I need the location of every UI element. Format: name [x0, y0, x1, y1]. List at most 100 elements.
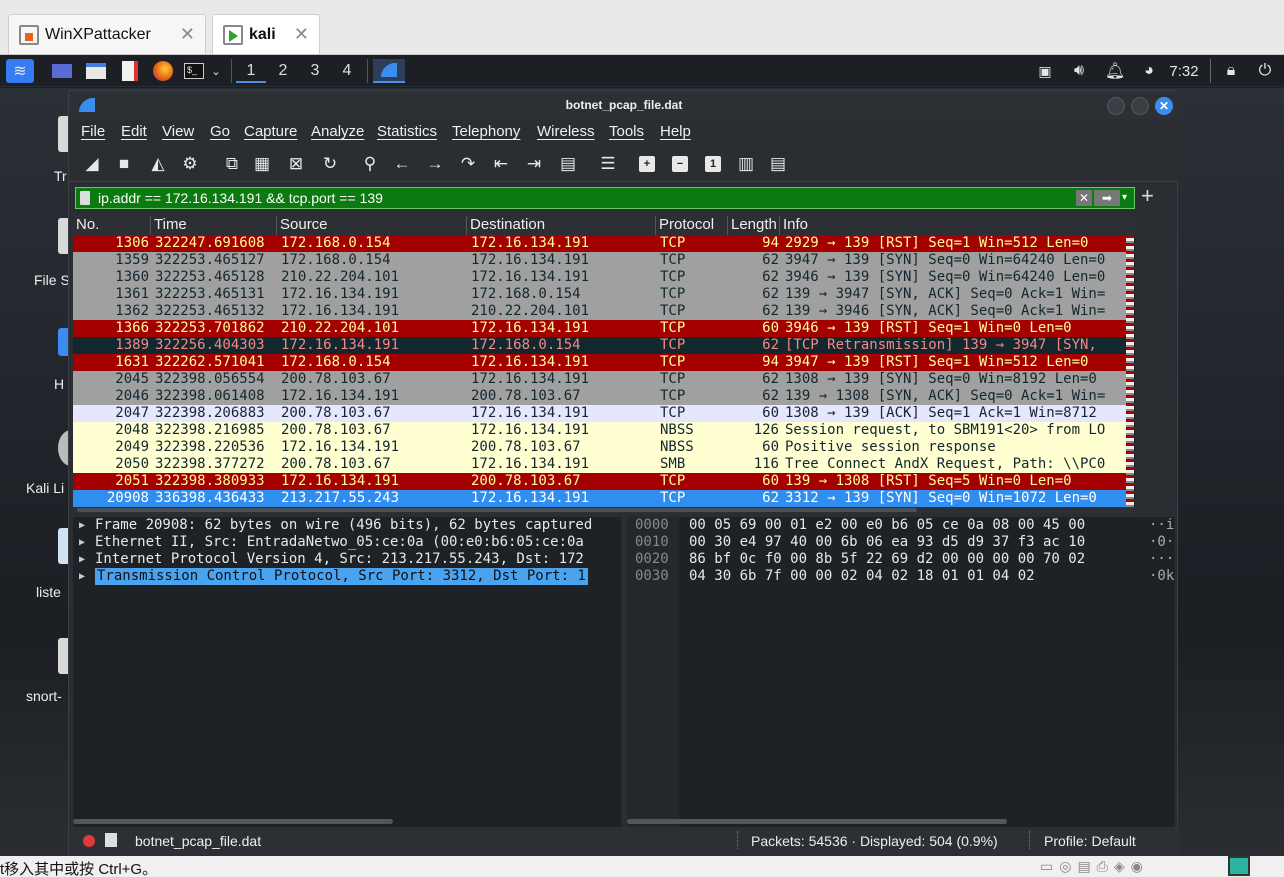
host-tab-kali[interactable]: kali ✕	[212, 14, 320, 54]
display-filter-bar[interactable]: ip.addr == 172.16.134.191 && tcp.port ==…	[75, 187, 1135, 209]
go-forward-icon[interactable]: →	[422, 151, 448, 177]
close-file-icon[interactable]: ⊠	[283, 151, 309, 177]
text-editor-icon[interactable]	[118, 59, 142, 83]
menu-wireless[interactable]: Wireless	[537, 123, 595, 140]
detail-tree-item[interactable]: ▶ Internet Protocol Version 4, Src: 213.2…	[73, 551, 621, 568]
menu-statistics[interactable]: Statistics	[377, 123, 437, 140]
minimize-button[interactable]	[1107, 97, 1125, 115]
expand-arrow-icon[interactable]: ▶	[79, 551, 85, 568]
column-info[interactable]: Info	[780, 216, 1130, 235]
detail-tree-item[interactable]: ▶ Transmission Control Protocol, Src Port…	[73, 568, 621, 585]
close-icon[interactable]: ✕	[180, 24, 195, 45]
packet-row[interactable]: 1366 322253.701862 210.22.204.101 172.16.13…	[73, 320, 1127, 337]
workspace-1[interactable]: 1	[236, 59, 266, 83]
workspace-2[interactable]: 2	[268, 59, 298, 83]
vm-indicator-icon[interactable]	[1228, 856, 1250, 876]
show-desktop-icon[interactable]	[50, 59, 74, 83]
packet-list-hscroll[interactable]	[73, 507, 1135, 513]
zoom-out-icon[interactable]: −	[672, 156, 688, 172]
close-icon[interactable]: ✕	[294, 24, 309, 45]
menu-go[interactable]: Go	[210, 123, 230, 140]
packet-row[interactable]: 2050 322398.377272 200.78.103.67 172.16.134…	[73, 456, 1127, 473]
autoscroll-icon[interactable]: ▤	[555, 151, 581, 177]
expand-arrow-icon[interactable]: ▶	[79, 517, 85, 534]
kali-menu-icon[interactable]: ≋	[6, 59, 34, 83]
zoom-in-icon[interactable]: +	[639, 156, 655, 172]
column-protocol[interactable]: Protocol	[656, 216, 728, 235]
menu-file[interactable]: File	[81, 123, 105, 140]
maximize-button[interactable]	[1131, 97, 1149, 115]
first-packet-icon[interactable]: ⇤	[488, 151, 514, 177]
expand-arrow-icon[interactable]: ▶	[79, 568, 85, 585]
packet-row[interactable]: 2047 322398.206883 200.78.103.67 172.16.134…	[73, 405, 1127, 422]
comments-icon[interactable]	[105, 833, 117, 847]
firefox-icon[interactable]	[150, 59, 176, 83]
close-button[interactable]: ✕	[1155, 97, 1173, 115]
resize-columns-icon[interactable]: ▥	[733, 151, 759, 177]
file-manager-icon[interactable]	[84, 59, 108, 83]
packet-row[interactable]: 1360 322253.465128 210.22.204.101 172.16.13…	[73, 269, 1127, 286]
open-file-icon[interactable]: ⧉	[219, 151, 245, 177]
go-back-icon[interactable]: ←	[389, 151, 415, 177]
stop-capture-icon[interactable]: ■	[111, 151, 137, 177]
chevron-down-icon[interactable]: ⌄	[208, 59, 224, 83]
normal-size-icon[interactable]: 1	[705, 156, 721, 172]
find-packet-icon[interactable]: ⚲	[357, 151, 383, 177]
start-capture-icon[interactable]: ◢	[79, 151, 105, 177]
packet-row[interactable]: 1389 322256.404303 172.16.134.191 172.168.0…	[73, 337, 1127, 354]
column-no[interactable]: No.	[73, 216, 151, 235]
save-file-icon[interactable]: ▦	[249, 151, 275, 177]
go-to-packet-icon[interactable]: ↷	[455, 151, 481, 177]
bytes-row[interactable]: 0030 04 30 6b 7f 00 00 02 04 02 18 01 01 …	[627, 568, 1175, 585]
reload-file-icon[interactable]: ↻	[317, 151, 343, 177]
detail-tree-item[interactable]: ▶ Frame 20908: 62 bytes on wire (496 bits…	[73, 517, 621, 534]
menu-capture[interactable]: Capture	[244, 123, 297, 140]
details-hscroll[interactable]	[73, 819, 393, 824]
status-profile[interactable]: Profile: Default	[1044, 833, 1136, 849]
bytes-row[interactable]: 0010 00 30 e4 97 40 00 6b 06 ea 93 d5 d9 …	[627, 534, 1175, 551]
bytes-hscroll[interactable]	[627, 819, 1007, 824]
lock-icon[interactable]: 🔒︎	[1220, 59, 1242, 83]
add-filter-button[interactable]: +	[1141, 183, 1154, 209]
column-destination[interactable]: Destination	[467, 216, 656, 235]
restart-capture-icon[interactable]: ◭	[145, 151, 171, 177]
column-source[interactable]: Source	[277, 216, 467, 235]
workspace-4[interactable]: 4	[332, 59, 362, 83]
packet-row[interactable]: 2051 322398.380933 172.16.134.191 200.78.10…	[73, 473, 1127, 490]
column-length[interactable]: Length	[728, 216, 780, 235]
packet-row[interactable]: 2046 322398.061408 172.16.134.191 200.78.10…	[73, 388, 1127, 405]
colorize-icon[interactable]: ☰	[595, 151, 621, 177]
packet-row[interactable]: 20908 336398.436433 213.217.55.243 172.16.1…	[73, 490, 1127, 507]
column-time[interactable]: Time	[151, 216, 277, 235]
packet-row[interactable]: 1306 322247.691608 172.168.0.154 172.16.134…	[73, 235, 1127, 252]
workspace-3[interactable]: 3	[300, 59, 330, 83]
bell-icon[interactable]: 🔔︎	[1104, 59, 1126, 83]
packet-row[interactable]: 1631 322262.571041 172.168.0.154 172.16.134…	[73, 354, 1127, 371]
host-tab-winxp[interactable]: WinXPattacker ✕	[8, 14, 206, 54]
last-packet-icon[interactable]: ⇥	[521, 151, 547, 177]
expand-arrow-icon[interactable]: ▶	[79, 534, 85, 551]
more-tools-icon[interactable]: ▤	[765, 151, 791, 177]
bytes-row[interactable]: 0000 00 05 69 00 01 e2 00 e0 b6 05 ce 0a …	[627, 517, 1175, 534]
apply-filter-icon[interactable]: ➡	[1094, 190, 1120, 206]
menu-telephony[interactable]: Telephony	[452, 123, 520, 140]
wireshark-taskbar-icon[interactable]	[373, 59, 405, 83]
menu-view[interactable]: View	[162, 123, 194, 140]
bytes-row[interactable]: 0020 86 bf 0c f0 00 8b 5f 22 69 d2 00 00 …	[627, 551, 1175, 568]
device-icons[interactable]: ▭◎▤⎙◈◉	[1040, 858, 1149, 875]
menu-help[interactable]: Help	[660, 123, 691, 140]
detail-tree-item[interactable]: ▶ Ethernet II, Src: EntradaNetwo_05:ce:0a…	[73, 534, 621, 551]
menu-edit[interactable]: Edit	[121, 123, 147, 140]
packet-row[interactable]: 2045 322398.056554 200.78.103.67 172.16.134…	[73, 371, 1127, 388]
menu-analyze[interactable]: Analyze	[311, 123, 364, 140]
bookmark-icon[interactable]	[80, 191, 90, 205]
packet-row[interactable]: 1361 322253.465131 172.16.134.191 172.168.0…	[73, 286, 1127, 303]
display-filter-input[interactable]: ip.addr == 172.16.134.191 && tcp.port ==…	[98, 190, 383, 206]
volume-icon[interactable]: 🔊︎	[1068, 59, 1090, 83]
screen-icon[interactable]: ▣	[1034, 59, 1056, 83]
power-icon[interactable]: ⏻	[1254, 59, 1276, 83]
terminal-icon[interactable]: $_	[182, 59, 206, 83]
packet-list-minimap[interactable]	[1126, 235, 1134, 507]
menu-tools[interactable]: Tools	[609, 123, 644, 140]
packet-row[interactable]: 1359 322253.465127 172.168.0.154 172.16.134…	[73, 252, 1127, 269]
